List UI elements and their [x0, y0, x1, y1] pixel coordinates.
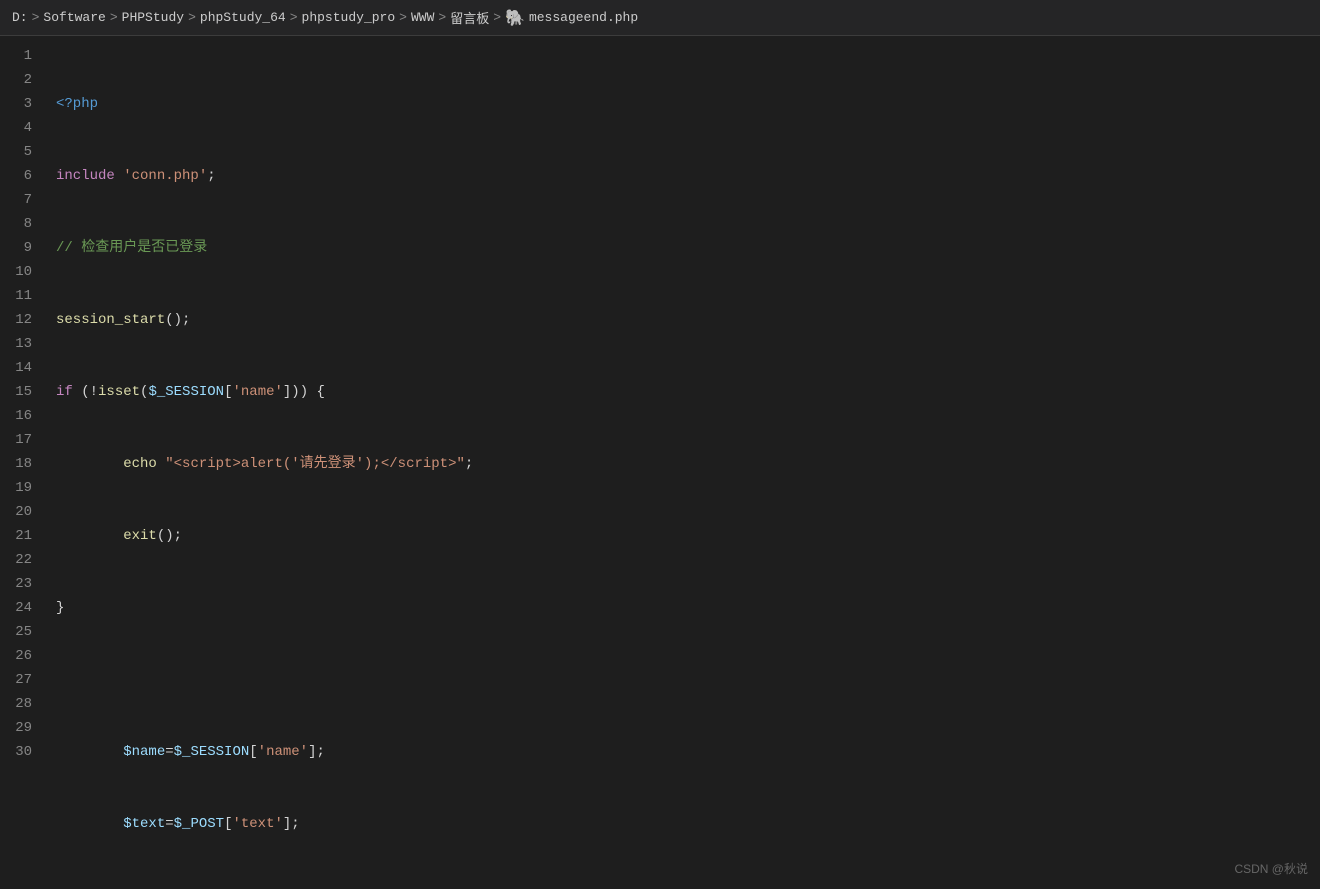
line-num-20: 20	[0, 500, 48, 524]
line-num-14: 14	[0, 356, 48, 380]
line-num-18: 18	[0, 452, 48, 476]
line-num-21: 21	[0, 524, 48, 548]
line-numbers: 1 2 3 4 5 6 7 8 9 10 11 12 13 14 15 16 1…	[0, 36, 48, 889]
line-num-15: 15	[0, 380, 48, 404]
code-line-6: echo "<script>alert('请先登录');</script>";	[56, 452, 1320, 476]
breadcrumb-folder[interactable]: 留言板	[450, 8, 489, 27]
breadcrumb: D: > Software > PHPStudy > phpStudy_64 >…	[0, 0, 1320, 36]
sep4: >	[290, 10, 298, 25]
code-line-10: $name=$_SESSION['name'];	[56, 740, 1320, 764]
sep3: >	[188, 10, 196, 25]
breadcrumb-phpstudy64[interactable]: phpStudy_64	[200, 10, 286, 25]
code-line-7: exit();	[56, 524, 1320, 548]
line-num-22: 22	[0, 548, 48, 572]
line-num-10: 10	[0, 260, 48, 284]
line-num-4: 4	[0, 116, 48, 140]
code-line-2: include 'conn.php';	[56, 164, 1320, 188]
line-num-16: 16	[0, 404, 48, 428]
watermark: CSDN @秋说	[1234, 860, 1308, 877]
sep6: >	[438, 10, 446, 25]
line-num-13: 13	[0, 332, 48, 356]
code-line-5: if (!isset($_SESSION['name'])) {	[56, 380, 1320, 404]
code-content[interactable]: <?php include 'conn.php'; // 检查用户是否已登录 s…	[48, 36, 1320, 889]
line-num-2: 2	[0, 68, 48, 92]
line-num-8: 8	[0, 212, 48, 236]
code-line-8: }	[56, 596, 1320, 620]
code-line-11: $text=$_POST['text'];	[56, 812, 1320, 836]
line-num-17: 17	[0, 428, 48, 452]
line-num-26: 26	[0, 644, 48, 668]
code-line-9	[56, 668, 1320, 692]
code-editor: 1 2 3 4 5 6 7 8 9 10 11 12 13 14 15 16 1…	[0, 36, 1320, 889]
sep5: >	[399, 10, 407, 25]
line-num-9: 9	[0, 236, 48, 260]
line-num-29: 29	[0, 716, 48, 740]
line-num-7: 7	[0, 188, 48, 212]
breadcrumb-www[interactable]: WWW	[411, 10, 434, 25]
breadcrumb-phpstudy-pro[interactable]: phpstudy_pro	[302, 10, 396, 25]
line-num-6: 6	[0, 164, 48, 188]
code-line-4: session_start();	[56, 308, 1320, 332]
line-num-19: 19	[0, 476, 48, 500]
line-num-3: 3	[0, 92, 48, 116]
code-line-12: $createtime=date('Y-m-d H:i:s');	[56, 884, 1320, 889]
line-num-24: 24	[0, 596, 48, 620]
sep1: >	[32, 10, 40, 25]
line-num-5: 5	[0, 140, 48, 164]
line-num-25: 25	[0, 620, 48, 644]
line-num-11: 11	[0, 284, 48, 308]
line-num-1: 1	[0, 44, 48, 68]
line-num-12: 12	[0, 308, 48, 332]
breadcrumb-software[interactable]: Software	[43, 10, 105, 25]
code-line-1: <?php	[56, 92, 1320, 116]
line-num-27: 27	[0, 668, 48, 692]
php-elephant-icon: 🐘	[505, 8, 525, 28]
line-num-30: 30	[0, 740, 48, 764]
line-num-23: 23	[0, 572, 48, 596]
sep2: >	[110, 10, 118, 25]
breadcrumb-phpstudy[interactable]: PHPStudy	[122, 10, 184, 25]
breadcrumb-file[interactable]: messageend.php	[529, 10, 638, 25]
code-line-3: // 检查用户是否已登录	[56, 236, 1320, 260]
sep7: >	[493, 10, 501, 25]
line-num-28: 28	[0, 692, 48, 716]
breadcrumb-drive: D:	[12, 10, 28, 25]
